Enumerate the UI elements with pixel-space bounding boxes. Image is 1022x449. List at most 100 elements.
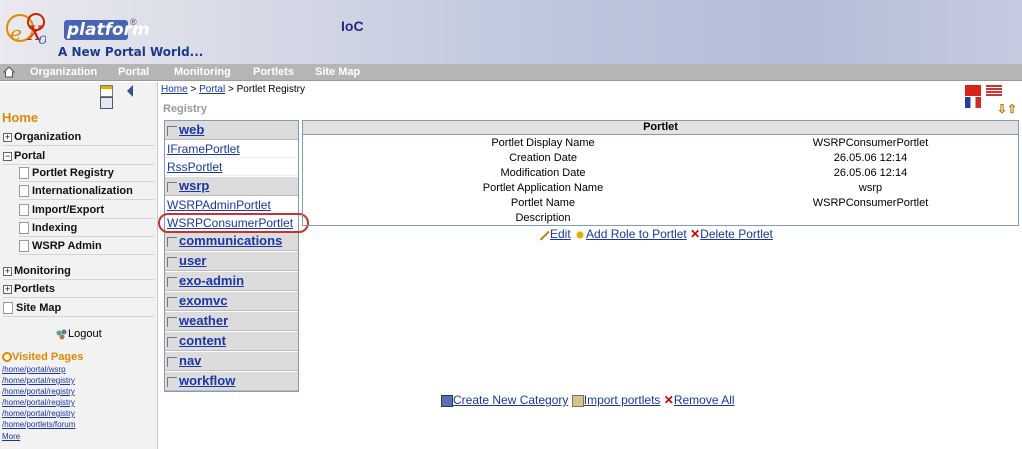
- category-wsrp[interactable]: wsrp: [165, 177, 298, 196]
- visited-link[interactable]: /home/portal/registry: [2, 409, 75, 419]
- category-content[interactable]: content: [165, 332, 298, 351]
- edit-pencil-icon: [538, 229, 550, 241]
- folder-icon: [167, 336, 177, 347]
- french-flag-icon[interactable]: [965, 96, 981, 108]
- registered-mark: ®: [130, 17, 137, 27]
- sidebar-item-internationalization[interactable]: Internationalization: [19, 183, 155, 200]
- remove-all-button[interactable]: Remove All: [674, 393, 735, 407]
- sidebar-item-label: Monitoring: [14, 265, 71, 277]
- sidebar-item-wsrp-admin[interactable]: WSRP Admin: [19, 238, 155, 255]
- sidebar-item-label: Site Map: [16, 302, 62, 314]
- app-title: IoC: [341, 18, 364, 34]
- sidebar-item-portlet-registry[interactable]: Portlet Registry: [19, 165, 155, 182]
- new-category-icon: [441, 394, 453, 407]
- logout-label: Logout: [68, 328, 102, 340]
- folder-icon: [167, 296, 177, 307]
- collapse-toggle-icon[interactable]: −: [3, 151, 12, 161]
- sidebar-item-label: Organization: [14, 131, 82, 143]
- folder-icon: [167, 316, 177, 327]
- sidebar-item-indexing[interactable]: Indexing: [19, 220, 155, 237]
- registry-actions: Create New Category Import portlets ✕Rem…: [441, 393, 735, 407]
- visited-link[interactable]: /home/portal/registry: [2, 376, 75, 386]
- portlet-rss[interactable]: RssPortlet: [165, 158, 298, 176]
- detail-key: Portlet Display Name: [491, 137, 595, 149]
- menu-item-site-map[interactable]: Site Map: [315, 65, 360, 80]
- sidebar-item-import-export[interactable]: Import/Export: [19, 202, 155, 219]
- visited-link[interactable]: /home/portlets/forum: [2, 420, 75, 430]
- expand-icon[interactable]: +: [3, 132, 12, 142]
- up-down-arrows-icon[interactable]: ⇩⇧: [997, 102, 1017, 116]
- edit-button[interactable]: Edit: [550, 227, 571, 241]
- sidebar-item-organization[interactable]: + Organization: [3, 129, 155, 146]
- category-communications[interactable]: communications: [165, 232, 298, 251]
- menu-item-organization[interactable]: Organization: [30, 65, 97, 80]
- home-title[interactable]: Home: [2, 110, 38, 125]
- document-icon: [19, 204, 29, 217]
- svg-text:o: o: [38, 29, 46, 48]
- detail-row: Portlet Application Name wsrp: [303, 181, 1018, 196]
- folder-icon: [167, 376, 177, 387]
- detail-value: WSRPConsumerPortlet: [812, 197, 929, 209]
- folder-icon: [167, 181, 177, 192]
- category-web[interactable]: web: [165, 121, 298, 140]
- menu-item-portal[interactable]: Portal: [118, 65, 149, 80]
- detail-row: Creation Date 26.05.06 12:14: [303, 151, 1018, 166]
- add-role-icon: [574, 228, 587, 241]
- registry-title: Registry: [163, 103, 208, 115]
- sidebar-item-label: Portal: [14, 150, 46, 162]
- sidebar-item-portal[interactable]: − Portal: [3, 148, 155, 165]
- chinese-flag-icon[interactable]: [965, 84, 981, 96]
- detail-row: Portlet Name WSRPConsumerPortlet: [303, 196, 1018, 211]
- detail-value: 26.05.06 12:14: [833, 167, 908, 179]
- header-banner: e X o platform ® A New Portal World... I…: [0, 0, 1022, 64]
- category-user[interactable]: user: [165, 252, 298, 271]
- category-exo-admin[interactable]: exo-admin: [165, 272, 298, 291]
- import-portlets-button[interactable]: Import portlets: [584, 393, 661, 407]
- sidebar-item-label: Import/Export: [32, 204, 105, 216]
- sidebar-item-site-map[interactable]: Site Map: [3, 300, 155, 317]
- folder-icon: [167, 276, 177, 287]
- document-icon: [19, 240, 29, 253]
- document-icon: [19, 185, 29, 198]
- visited-link[interactable]: /home/portal/wsrp: [2, 365, 66, 375]
- menu-item-monitoring[interactable]: Monitoring: [174, 65, 231, 80]
- detail-key: Description: [515, 212, 571, 224]
- breadcrumb-portal[interactable]: Portal: [199, 84, 225, 95]
- logout-link[interactable]: Logout: [56, 328, 102, 340]
- detail-row: Portlet Display Name WSRPConsumerPortlet: [303, 136, 1018, 151]
- breadcrumb-home[interactable]: Home: [161, 84, 188, 95]
- expand-icon[interactable]: +: [3, 284, 12, 294]
- collapse-icon[interactable]: [121, 85, 134, 98]
- category-workflow[interactable]: workflow: [165, 372, 298, 391]
- menu-item-portlets[interactable]: Portlets: [253, 65, 294, 80]
- sidebar-item-label: Portlets: [14, 283, 55, 295]
- us-flag-icon[interactable]: [986, 84, 1003, 96]
- category-exomvc[interactable]: exomvc: [165, 292, 298, 311]
- category-weather[interactable]: weather: [165, 312, 298, 331]
- delete-portlet-button[interactable]: Delete Portlet: [700, 227, 773, 241]
- home-icon[interactable]: [3, 66, 15, 78]
- monitor-icon[interactable]: [100, 97, 113, 110]
- main-menu-bar: Organization Portal Monitoring Portlets …: [0, 64, 1022, 81]
- layout-icon[interactable]: [100, 85, 113, 98]
- create-category-button[interactable]: Create New Category: [453, 393, 568, 407]
- detail-value: wsrp: [858, 182, 883, 194]
- visited-link[interactable]: /home/portal/registry: [2, 387, 75, 397]
- sidebar-item-label: WSRP Admin: [32, 240, 102, 252]
- portlet-detail-panel: Portlet Portlet Display Name WSRPConsumer…: [302, 120, 1019, 226]
- category-nav[interactable]: nav: [165, 352, 298, 371]
- add-role-button[interactable]: Add Role to Portlet: [586, 227, 687, 241]
- detail-value: 26.05.06 12:14: [833, 152, 908, 164]
- sidebar-item-portlets[interactable]: + Portlets: [3, 281, 155, 298]
- detail-row: Description: [303, 211, 1018, 226]
- visited-more-link[interactable]: More: [2, 432, 20, 442]
- detail-key: Creation Date: [509, 152, 577, 164]
- portlet-iframe[interactable]: IFramePortlet: [165, 140, 298, 158]
- sidebar-item-monitoring[interactable]: + Monitoring: [3, 263, 155, 280]
- expand-icon[interactable]: +: [3, 266, 12, 276]
- visited-link[interactable]: /home/portal/registry: [2, 398, 75, 408]
- portlet-wsrp-admin[interactable]: WSRPAdminPortlet: [165, 196, 298, 214]
- exo-logo-icon: e X o: [6, 13, 46, 48]
- delete-icon: ✕: [690, 227, 701, 241]
- breadcrumb: Home > Portal > Portlet Registry: [161, 84, 305, 95]
